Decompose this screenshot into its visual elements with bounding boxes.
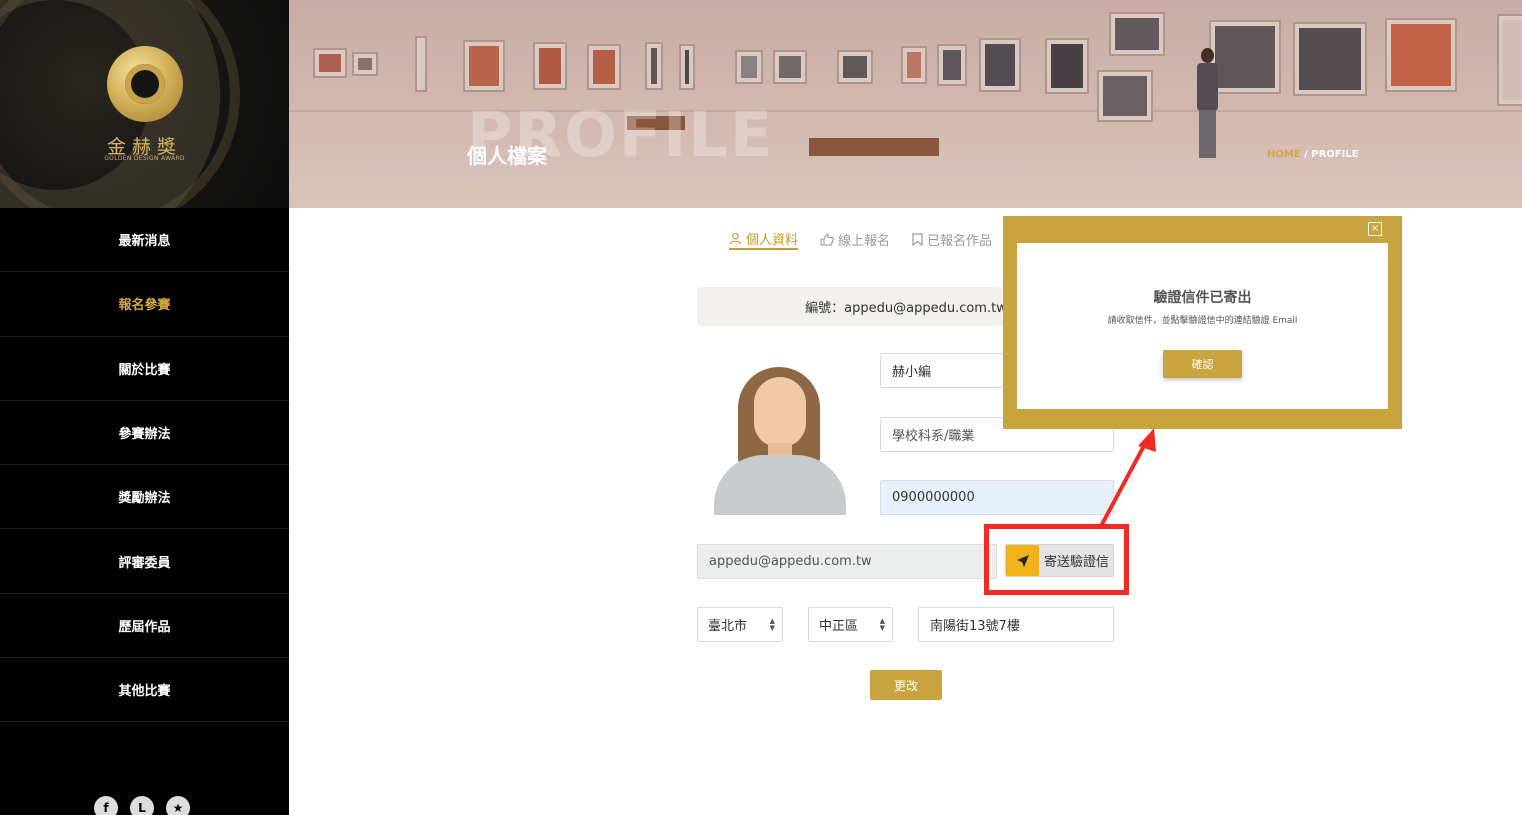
tab-registered-works[interactable]: 已報名作品 xyxy=(912,228,992,250)
star-icon[interactable]: ★ xyxy=(166,796,190,815)
sidebar-item-other-contests[interactable]: 其他比賽 xyxy=(0,658,289,723)
avatar[interactable] xyxy=(708,355,852,515)
modal-title: 驗證信件已寄出 xyxy=(1153,290,1252,306)
tab-online-register[interactable]: 線上報名 xyxy=(820,228,890,250)
city-select-value: 臺北市 xyxy=(708,619,748,634)
breadcrumb-current: PROFILE xyxy=(1311,149,1359,160)
sidebar: 金赫獎 GOLDEN DESIGN AWARD 最新消息 報名參賽 關於比賽 參… xyxy=(0,0,289,815)
breadcrumb: HOME / PROFILE xyxy=(1267,149,1359,160)
breadcrumb-separator: / xyxy=(1300,149,1312,160)
brand-logo[interactable]: 金赫獎 GOLDEN DESIGN AWARD xyxy=(0,0,289,208)
modal-message: 請收取信件，並點擊驗證信中的連結驗證 Email xyxy=(1107,316,1298,326)
user-icon xyxy=(729,232,742,244)
page-title: 個人檔案 xyxy=(467,144,547,168)
sidebar-item-news[interactable]: 最新消息 xyxy=(0,208,289,273)
sidebar-item-awards[interactable]: 獎勵辦法 xyxy=(0,465,289,530)
tab-profile[interactable]: 個人資料 xyxy=(729,228,799,250)
bookmark-icon xyxy=(912,232,923,246)
profile-tabs: 個人資料 線上報名 已報名作品 xyxy=(729,228,992,250)
sidebar-item-past-works[interactable]: 歷屆作品 xyxy=(0,594,289,659)
social-links: f L ★ xyxy=(94,796,190,815)
update-button[interactable]: 更改 xyxy=(870,670,942,700)
address-field[interactable]: 南陽街13號7樓 xyxy=(918,607,1114,642)
select-arrows-icon: ▲ ▼ xyxy=(769,617,775,632)
app-root: 金赫獎 GOLDEN DESIGN AWARD 最新消息 報名參賽 關於比賽 參… xyxy=(0,0,1522,815)
sidebar-item-judges[interactable]: 評審委員 xyxy=(0,529,289,594)
sidebar-nav: 最新消息 報名參賽 關於比賽 參賽辦法 獎勵辦法 評審委員 歷屆作品 其他比賽 xyxy=(0,208,289,723)
gold-ring-logo-icon xyxy=(107,46,183,122)
tab-profile-label: 個人資料 xyxy=(746,232,799,248)
verification-sent-modal: × 驗證信件已寄出 請收取信件，並點擊驗證信中的連結驗證 Email 確認 xyxy=(1003,216,1402,429)
email-field[interactable]: appedu@appedu.com.tw xyxy=(697,544,997,579)
annotation-arrow-icon xyxy=(1098,428,1156,529)
city-select[interactable]: 臺北市 ▲ ▼ xyxy=(697,607,783,642)
tab-online-register-label: 線上報名 xyxy=(838,233,891,249)
sidebar-item-register[interactable]: 報名參賽 xyxy=(0,272,289,337)
modal-body: 驗證信件已寄出 請收取信件，並點擊驗證信中的連結驗證 Email 確認 xyxy=(1017,243,1388,409)
confirm-button[interactable]: 確認 xyxy=(1163,350,1242,378)
district-select[interactable]: 中正區 ▲ ▼ xyxy=(808,607,893,642)
line-icon[interactable]: L xyxy=(130,796,154,815)
close-icon[interactable]: × xyxy=(1368,222,1382,236)
sidebar-item-about[interactable]: 關於比賽 xyxy=(0,337,289,401)
breadcrumb-home[interactable]: HOME xyxy=(1267,149,1301,160)
profile-banner: PROFILE 個人檔案 HOME / PROFILE xyxy=(289,0,1522,208)
brand-subtitle: GOLDEN DESIGN AWARD xyxy=(104,155,185,162)
facebook-icon[interactable]: f xyxy=(94,796,118,815)
thumbs-up-icon xyxy=(820,232,834,246)
phone-field[interactable]: 0900000000 xyxy=(880,480,1114,515)
select-arrows-icon: ▲ ▼ xyxy=(879,617,885,632)
district-select-value: 中正區 xyxy=(819,619,859,634)
sidebar-item-rules[interactable]: 參賽辦法 xyxy=(0,401,289,466)
tab-registered-works-label: 已報名作品 xyxy=(927,233,993,249)
